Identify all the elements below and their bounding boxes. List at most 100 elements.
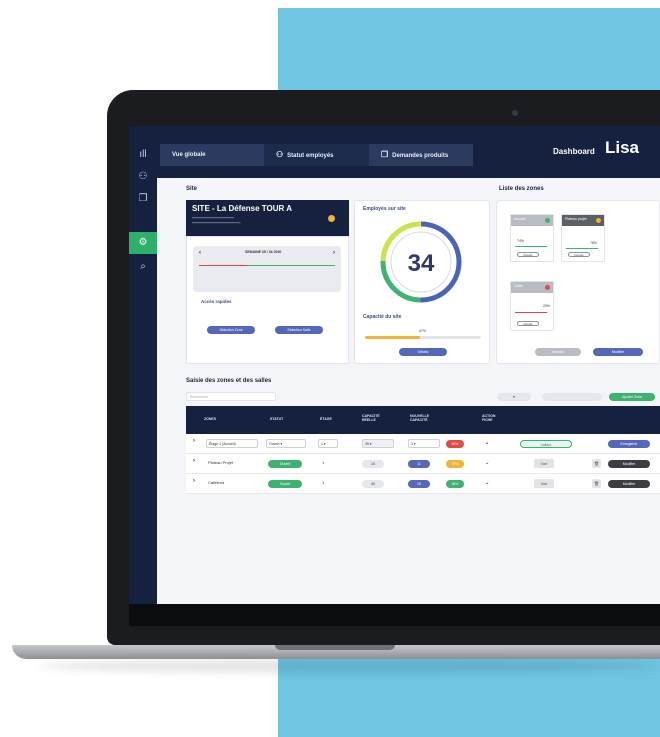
trash-icon[interactable]: 🗑︎ [592,479,601,488]
zone-details-button[interactable]: Détails [517,252,539,257]
col-zones[interactable]: ZONES [204,417,216,421]
col-etage[interactable]: ÉTAGE [320,417,332,421]
occupancy-badge: 20% [446,440,464,448]
search-icon[interactable]: ⌕ [136,260,150,274]
add-zone-button[interactable]: Ajouter Zone [609,393,655,401]
site-header-card: SITE - La Défense TOUR A ━━━━━━━━━━━━━━━… [186,200,349,236]
site-section-title: Site [186,186,198,192]
zone-status-dot [545,285,550,290]
view-button[interactable]: Voir [534,479,554,488]
status-badge: Ouvert [268,480,302,488]
modify-row-button[interactable]: Modifier [608,480,650,488]
capacity-bar [365,336,481,339]
chevron-right-icon[interactable]: › [193,478,195,484]
site-status-dot [328,215,335,222]
zone-progress [515,246,547,247]
capacity-select[interactable]: 35 ▾ [362,439,394,448]
zone-card-plateau[interactable]: Plateau projet 78% Détails [561,214,605,262]
employee-count: 34 [408,250,435,277]
week-label: SEMAINE 35 / 34 2020 [245,250,282,254]
details-button[interactable]: Détails [399,348,447,356]
table-row: › Cafétéria Ouvert 1 40 15 38% 🔓︎ Voir 🗑… [186,474,660,494]
validate-button[interactable]: Valider [520,440,572,448]
chevron-right-icon[interactable]: › [193,438,195,444]
col-nouvelle-capacite[interactable]: NOUVELLE CAPACITÉ [410,414,436,422]
zone-progress [515,312,547,313]
laptop-shadow [40,659,660,673]
col-action: ACTION FICHE [482,414,496,422]
trash-icon[interactable]: 🗑︎ [592,459,601,468]
status-select[interactable]: Ouvert ▾ [266,439,306,448]
filter-select[interactable]: ▾ [497,393,531,401]
table-row: › Étage 1 (Accueil) Ouvert ▾ 1 ▾ 35 ▾ 3 … [186,434,660,454]
tab-demandes-produits[interactable]: ❐ Demandes produits [369,144,473,166]
quick-actions-title: Accès rapides [201,299,232,304]
col-capacite[interactable]: CAPACITÉ RÉELLE [362,414,386,422]
chevron-right-icon[interactable]: › [193,458,195,464]
employees-title: Employés sur site [363,206,406,212]
box-icon: ❐ [381,150,389,159]
lock-icon[interactable]: 🔒︎ [486,440,488,445]
gear-icon[interactable]: ⚙ [136,236,150,250]
modify-button[interactable]: Modifier [593,348,643,356]
brand-text: Lisa [605,138,640,157]
table-title: Saisie des zones et des salles [186,378,272,384]
filter-date[interactable] [542,393,602,401]
capacity-title: Capacité du site [363,314,402,320]
cancel-button[interactable]: Annuler [535,348,581,356]
chevron-right-icon[interactable]: › [333,250,335,256]
view-label: Voir [540,461,548,466]
zone-card-cafes[interactable]: Cafés 20% Détails [510,281,554,331]
floor-value: 1 [322,480,325,485]
laptop-hinge-notch [275,645,395,650]
zone-status-dot [545,218,550,223]
dashboard-label: Dashboard [553,147,595,156]
table-row: › Plateau Projet Ouvert 1 15 11 73% 🔓︎ V… [186,454,660,474]
capacity-bar-fill [365,336,420,339]
people-icon[interactable]: ⚇ [136,170,150,184]
zone-name-input[interactable]: Étage 1 (Accueil) [206,439,258,448]
save-button[interactable]: Enregistrer [608,440,650,448]
zone-percent: 20% [543,304,551,308]
view-button[interactable]: Voir [534,459,554,468]
zones-section-title: Liste des zones [499,186,544,192]
select-room-button[interactable]: Sélection Salle [275,326,323,334]
tab-label: Statut employés [287,153,334,159]
new-capacity-value: 15 [408,480,430,488]
screen-bottom-bezel [129,604,660,626]
unlock-icon[interactable]: 🔓︎ [486,480,489,485]
floor-value: 1 [321,442,323,446]
floor-value: 1 [322,460,325,465]
tab-vue-globale[interactable]: Vue globale [160,144,264,166]
select-zone-button[interactable]: Sélection Zone [207,326,255,334]
capacity-value: 15 [362,460,384,468]
col-statut[interactable]: STATUT [270,417,283,421]
modify-row-button[interactable]: Modifier [608,460,650,468]
new-capacity-select[interactable]: 3 ▾ [408,439,440,448]
occupancy-badge: 38% [446,480,464,488]
marketing-scene: ıll ⚇ ❐ ⚙ ⌕ Vue globale ⚇ Statut employés… [0,0,660,737]
occupancy-badge: 73% [446,460,464,468]
unlock-icon[interactable]: 🔓︎ [486,460,489,465]
chevron-left-icon[interactable]: ‹ [199,250,201,256]
zone-name: Cafétéria [208,480,225,485]
zone-progress [566,248,598,249]
site-details: ━━━━━━━━━━━━━━━━━━━━ ━━━━━━━━━━━━━━━━━━━━… [192,216,241,225]
capacity-value: 35 [365,442,369,446]
tab-statut-employes[interactable]: ⚇ Statut employés [264,144,369,166]
floor-select[interactable]: 1 ▾ [318,439,338,448]
box-icon[interactable]: ❐ [136,192,150,206]
zone-details-button[interactable]: Détails [517,321,539,326]
search-input[interactable]: Rechercher [186,392,276,401]
tab-label: Demandes produits [392,153,449,159]
new-capacity-value: 3 [411,442,413,446]
zone-details-button[interactable]: Détails [568,252,590,257]
chart-icon[interactable]: ıll [136,148,150,162]
status-badge: Ouvert [268,460,302,468]
status-value: Ouvert [269,442,280,446]
capacity-value: 40 [362,480,384,488]
zone-status-dot [596,218,601,223]
capacity-percent: 47% [419,329,427,333]
brand-logo: Lisa [605,138,639,158]
zone-card-accueil[interactable]: Accueil 74% Détails [510,214,554,262]
